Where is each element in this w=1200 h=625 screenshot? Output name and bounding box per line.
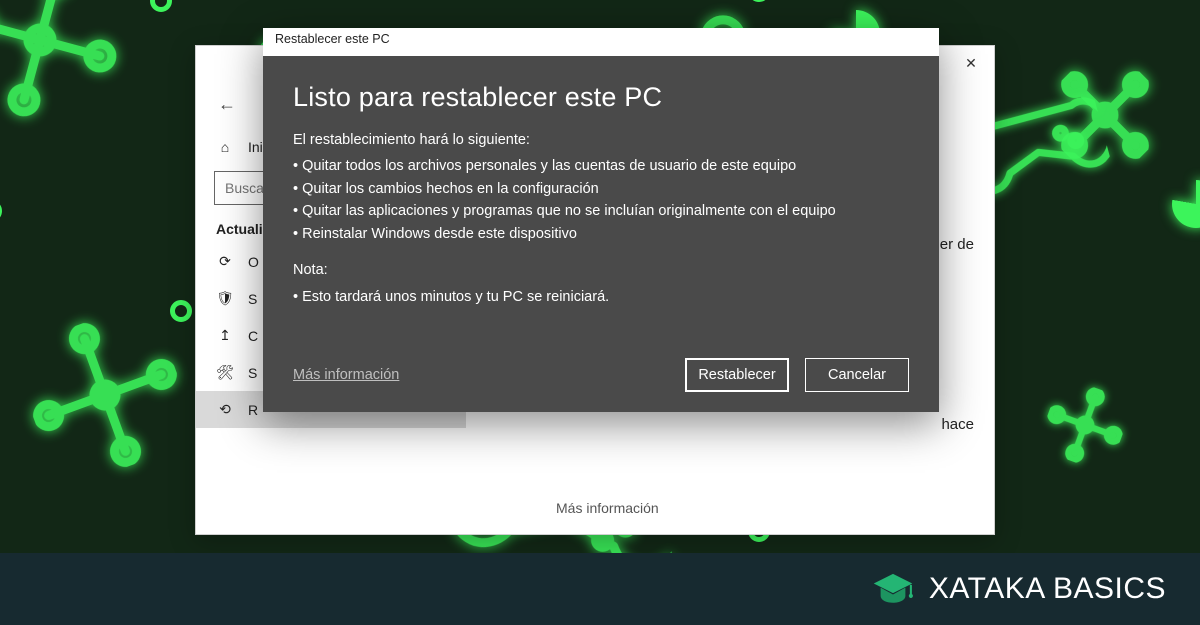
- recovery-icon: ⟲: [216, 401, 234, 418]
- dialog-note-label: Nota:: [293, 259, 909, 281]
- ring-icon: [0, 200, 2, 222]
- sidebar-item-label: O: [248, 254, 259, 270]
- dialog-bullet: Quitar todos los archivos personales y l…: [293, 155, 909, 177]
- sync-icon: ⟳: [216, 253, 234, 270]
- dpad-cross-icon: [0, 0, 138, 138]
- close-icon: ✕: [965, 55, 977, 72]
- sidebar-item-label: C: [248, 328, 258, 344]
- dialog-button-row: Restablecer Cancelar: [685, 358, 909, 392]
- more-info-link[interactable]: Más información: [293, 367, 399, 383]
- home-icon: ⌂: [216, 139, 234, 155]
- sidebar-item-label: S: [248, 291, 257, 307]
- cancel-button[interactable]: Cancelar: [805, 358, 909, 392]
- ring-icon: [170, 300, 192, 322]
- dialog-footer: Más información Restablecer Cancelar: [293, 358, 909, 392]
- reset-button[interactable]: Restablecer: [685, 358, 789, 392]
- sidebar-item-label: S: [248, 365, 257, 381]
- dialog-note-list: Esto tardará unos minutos y tu PC se rei…: [293, 286, 909, 308]
- dialog-body: Listo para restablecer este PC El restab…: [263, 56, 939, 412]
- dialog-bullet: Quitar los cambios hechos en la configur…: [293, 178, 909, 200]
- brand-name: XATAKA BASICS: [929, 572, 1166, 606]
- brand-bar: XATAKA BASICS: [0, 553, 1200, 625]
- obscured-text-fragment: hace: [941, 416, 974, 433]
- ring-icon: [748, 0, 770, 2]
- wrench-icon: 🛠: [216, 364, 234, 381]
- dialog-intro: El restablecimiento hará lo siguiente:: [293, 129, 909, 151]
- reset-pc-dialog: Restablecer este PC Listo para restablec…: [263, 28, 939, 412]
- window-close-button[interactable]: ✕: [948, 46, 994, 80]
- graduation-cap-icon: [871, 567, 915, 611]
- back-arrow-icon: ←: [218, 94, 236, 114]
- dpad-cross-icon: [1036, 376, 1135, 475]
- dialog-bullet: Reinstalar Windows desde este dispositiv…: [293, 223, 909, 245]
- dialog-bullet: Quitar las aplicaciones y programas que …: [293, 200, 909, 222]
- dialog-window-title: Restablecer este PC: [263, 28, 939, 56]
- upload-icon: ↥: [216, 327, 234, 344]
- pacman-icon: [1172, 180, 1200, 228]
- sidebar-item-label: R: [248, 402, 258, 418]
- dialog-bullet-list: Quitar todos los archivos personales y l…: [293, 155, 909, 245]
- dialog-note-bullet: Esto tardará unos minutos y tu PC se rei…: [293, 286, 909, 308]
- ring-icon: [150, 0, 172, 12]
- dialog-heading: Listo para restablecer este PC: [293, 82, 909, 113]
- content-more-info-link[interactable]: Más información: [556, 500, 659, 516]
- dpad-cross-icon: [9, 299, 201, 491]
- shield-icon: 🛡: [216, 290, 234, 307]
- obscured-text-fragment: er de: [940, 236, 974, 253]
